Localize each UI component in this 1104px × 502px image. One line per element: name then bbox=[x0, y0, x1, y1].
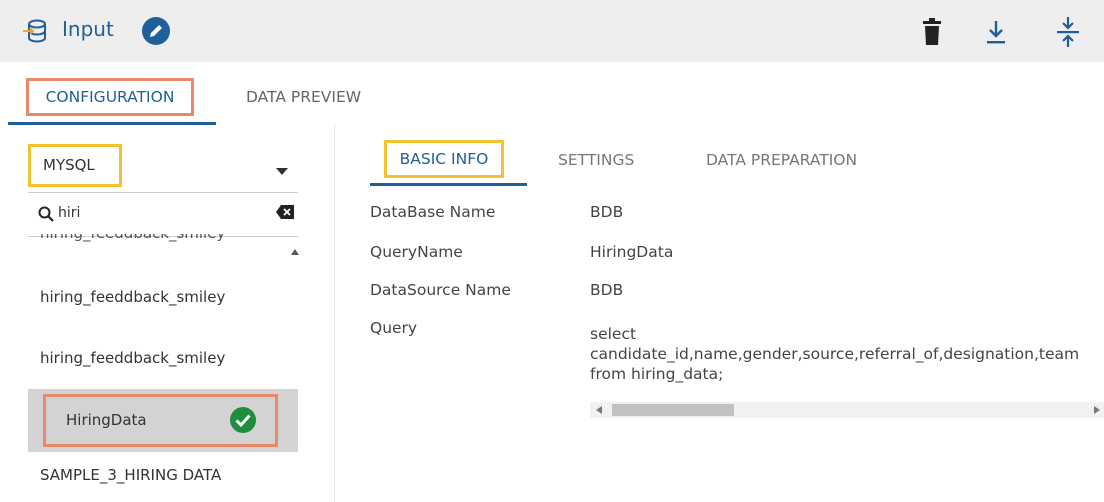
tab-data-preview[interactable]: DATA PREVIEW bbox=[246, 78, 361, 116]
database-name-label: DataBase Name bbox=[370, 203, 496, 221]
tab-configuration[interactable]: CONFIGURATION bbox=[26, 78, 194, 116]
query-name-value: HiringData bbox=[590, 243, 674, 261]
database-name-value: BDB bbox=[590, 203, 624, 221]
scroll-left-icon[interactable] bbox=[596, 406, 602, 414]
trash-icon[interactable] bbox=[920, 18, 944, 46]
datasource-name-value: BDB bbox=[590, 281, 624, 299]
query-name-label: QueryName bbox=[370, 243, 463, 261]
pencil-icon[interactable] bbox=[141, 16, 171, 46]
select-underline bbox=[28, 192, 298, 193]
search-icon bbox=[38, 206, 54, 222]
database-input-icon bbox=[23, 19, 46, 43]
download-icon[interactable] bbox=[984, 18, 1008, 46]
query-label: Query bbox=[370, 319, 418, 337]
datasource-name-label: DataSource Name bbox=[370, 281, 511, 299]
list-item[interactable]: hiring_feeddback_smiley bbox=[40, 349, 290, 367]
panel-divider bbox=[334, 125, 335, 502]
tab-data-preparation[interactable]: DATA PREPARATION bbox=[706, 140, 857, 180]
list-item[interactable]: hiring_feeddback_smiley bbox=[40, 288, 290, 306]
search-input[interactable] bbox=[58, 200, 268, 226]
list-item[interactable]: hiring_feeddback_smiley bbox=[40, 234, 290, 244]
tab-basic-info[interactable]: BASIC INFO bbox=[384, 140, 504, 178]
tab-settings[interactable]: SETTINGS bbox=[558, 140, 634, 180]
clear-search-icon[interactable] bbox=[276, 205, 294, 219]
header-bar: Input bbox=[0, 0, 1104, 62]
collapse-vertical-icon[interactable] bbox=[1055, 16, 1081, 48]
scrollbar-thumb[interactable] bbox=[612, 404, 734, 416]
scroll-up-icon[interactable] bbox=[291, 249, 299, 255]
chevron-down-icon[interactable] bbox=[276, 168, 288, 176]
active-subtab-indicator bbox=[370, 183, 527, 186]
source-type-select[interactable]: MYSQL bbox=[28, 144, 122, 187]
list-item[interactable]: SAMPLE_3_HIRING DATA bbox=[40, 466, 290, 484]
page-title: Input bbox=[62, 17, 114, 41]
scroll-right-icon[interactable] bbox=[1094, 406, 1100, 414]
query-text: select candidate_id,name,gender,source,r… bbox=[590, 325, 1080, 383]
horizontal-scrollbar[interactable] bbox=[590, 402, 1104, 418]
check-circle-icon bbox=[230, 407, 256, 433]
